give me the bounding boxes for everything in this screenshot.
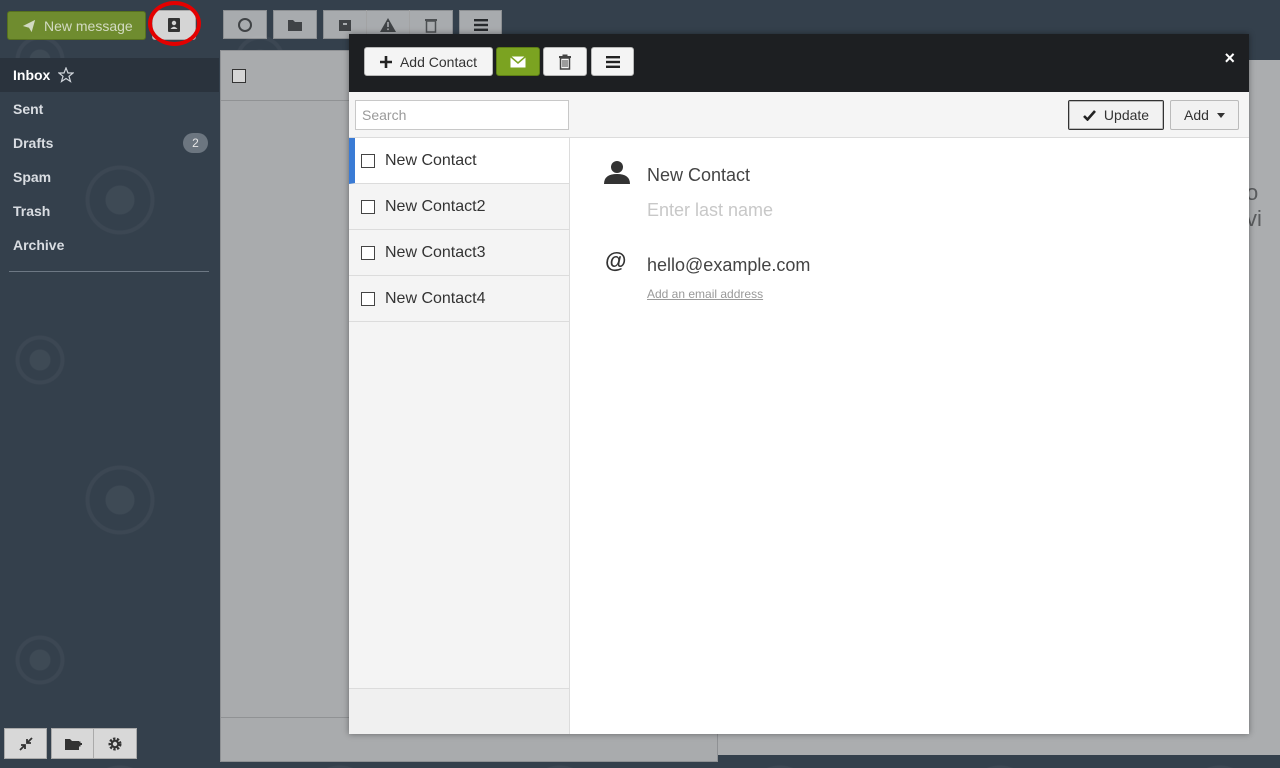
add-field-dropdown[interactable]: Add	[1170, 100, 1239, 130]
folder-label: Trash	[13, 203, 51, 219]
trash-icon	[559, 54, 571, 70]
new-message-label: New message	[44, 17, 133, 34]
folder-trash[interactable]: Trash	[0, 194, 219, 228]
folder-inbox[interactable]: Inbox	[0, 58, 219, 92]
plus-icon	[379, 55, 392, 68]
contacts-modal-header: Add Contact ×	[349, 34, 1249, 92]
refresh-button[interactable]	[223, 10, 267, 39]
contact-name: New Contact4	[385, 289, 486, 307]
close-modal-button[interactable]: ×	[1224, 48, 1235, 69]
star-icon[interactable]	[58, 67, 75, 83]
drafts-count-badge: 2	[183, 133, 208, 153]
folder-label: Drafts	[13, 135, 54, 151]
contact-checkbox[interactable]	[361, 153, 375, 168]
compose-to-contact-button[interactable]	[496, 47, 540, 76]
contact-search-input[interactable]	[355, 100, 569, 130]
warning-icon	[380, 17, 396, 32]
add-label: Add	[1184, 107, 1209, 123]
contact-menu-button[interactable]	[591, 47, 634, 76]
folder-archive[interactable]: Archive	[0, 228, 219, 262]
address-book-icon	[168, 18, 180, 32]
sidebar-bottom-tools	[4, 728, 137, 759]
update-label: Update	[1103, 107, 1150, 123]
contact-name: New Contact	[385, 151, 477, 169]
contacts-modal: Add Contact × Update Add New Contact	[349, 34, 1249, 734]
folder-sidebar: Inbox Sent Drafts 2 Spam Trash Archive	[0, 58, 219, 298]
contact-name: New Contact2	[385, 197, 486, 215]
add-folder-button[interactable]	[51, 728, 94, 759]
refresh-icon	[238, 17, 252, 32]
contact-list-item[interactable]: New Contact	[349, 138, 569, 184]
checkmark-icon	[1083, 109, 1096, 121]
at-sign-icon: @	[605, 248, 627, 273]
contact-detail-pane: New Contact Enter last name @ hello@exam…	[570, 138, 1249, 734]
folder-drafts[interactable]: Drafts 2	[0, 126, 219, 160]
gear-icon	[108, 737, 122, 750]
update-contact-button[interactable]: Update	[1068, 100, 1164, 130]
move-to-folder-button[interactable]	[273, 10, 317, 39]
trash-icon	[425, 18, 437, 33]
preview-placeholder-text: o vi	[1246, 180, 1262, 231]
folder-label: Spam	[13, 169, 52, 185]
folder-spam[interactable]: Spam	[0, 160, 219, 194]
menu-icon	[605, 55, 620, 68]
add-email-link[interactable]: Add an email address	[647, 287, 763, 301]
caret-down-icon	[1216, 112, 1225, 118]
contact-list: New Contact New Contact2 New Contact3 Ne…	[349, 138, 570, 734]
add-contact-button[interactable]: Add Contact	[364, 47, 493, 76]
archive-box-icon	[339, 19, 351, 31]
folder-label: Inbox	[13, 67, 51, 83]
collapse-button[interactable]	[4, 728, 47, 759]
new-message-button[interactable]: New message	[7, 11, 146, 40]
menu-icon	[473, 18, 488, 31]
contact-checkbox[interactable]	[361, 291, 375, 306]
folder-plus-icon	[64, 738, 82, 750]
contact-list-item[interactable]: New Contact2	[349, 184, 569, 230]
folder-label: Sent	[13, 101, 44, 117]
contacts-toolbar: Update Add	[349, 92, 1249, 138]
first-name-field[interactable]: New Contact	[647, 165, 750, 186]
contacts-button[interactable]	[152, 10, 196, 40]
person-icon	[604, 161, 630, 184]
select-all-checkbox[interactable]	[232, 69, 246, 83]
contact-list-footer	[349, 688, 569, 734]
folder-icon	[288, 19, 302, 31]
sidebar-divider	[9, 271, 209, 272]
delete-contact-button[interactable]	[543, 47, 587, 76]
add-contact-label: Add Contact	[399, 53, 478, 70]
settings-button[interactable]	[94, 728, 137, 759]
folder-sent[interactable]: Sent	[0, 92, 219, 126]
contact-list-item[interactable]: New Contact3	[349, 230, 569, 276]
contact-checkbox[interactable]	[361, 245, 375, 260]
compress-arrows-icon	[18, 736, 33, 751]
paper-plane-icon	[22, 19, 36, 32]
last-name-field[interactable]: Enter last name	[647, 200, 773, 221]
contact-name: New Contact3	[385, 243, 486, 261]
contact-checkbox[interactable]	[361, 199, 375, 214]
folder-label: Archive	[13, 237, 65, 253]
email-field[interactable]: hello@example.com	[647, 255, 810, 276]
envelope-icon	[510, 55, 526, 67]
contact-list-item[interactable]: New Contact4	[349, 276, 569, 322]
